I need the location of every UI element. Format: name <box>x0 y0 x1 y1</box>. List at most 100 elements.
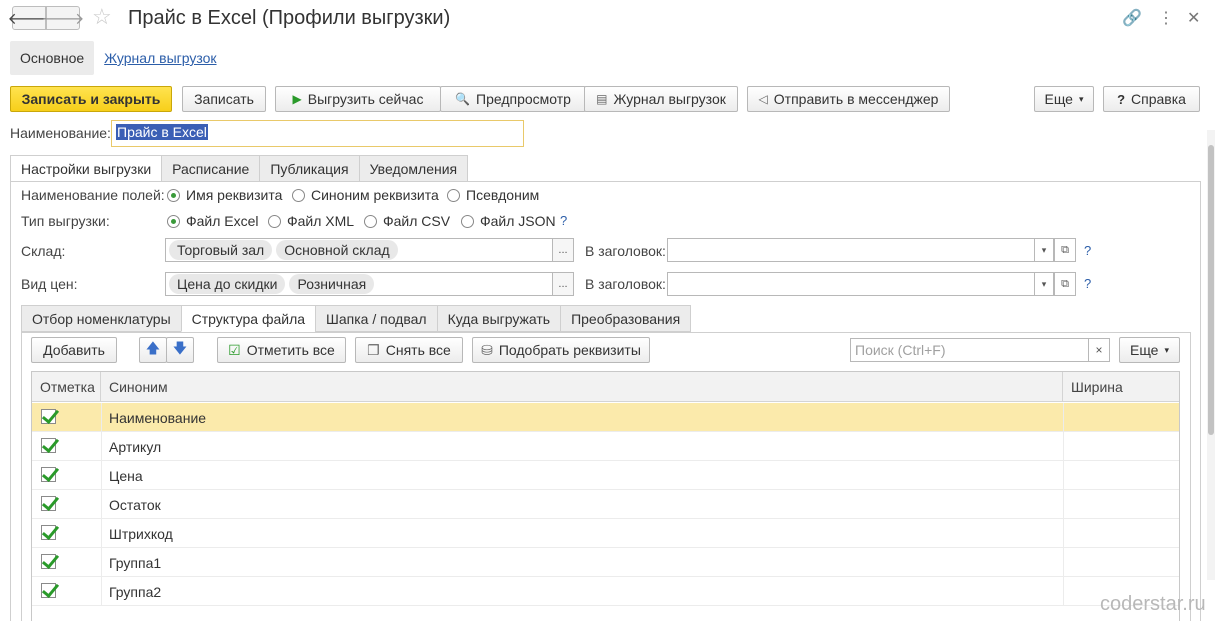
page-scrollbar-thumb[interactable] <box>1208 145 1214 435</box>
export-log-button[interactable]: ▤ Журнал выгрузок <box>584 86 738 112</box>
search-input[interactable]: Поиск (Ctrl+F) <box>850 338 1089 362</box>
tab-header-footer[interactable]: Шапка / подвал <box>315 305 438 332</box>
pick-attributes-button[interactable]: ⛁ Подобрать реквизиты <box>472 337 650 363</box>
field-names-label: Наименование полей: <box>21 187 165 203</box>
star-icon[interactable]: ☆ <box>92 4 112 30</box>
radio-file-json[interactable]: Файл JSON <box>461 213 556 229</box>
column-header-mark[interactable]: Отметка <box>32 372 101 402</box>
export-now-button[interactable]: ▶ Выгрузить сейчас <box>275 86 441 112</box>
tab-export-destination[interactable]: Куда выгружать <box>436 305 562 332</box>
radio-file-xml[interactable]: Файл XML <box>268 213 354 229</box>
price-type-chip[interactable]: Розничная <box>289 274 375 294</box>
table-row[interactable]: Группа2 <box>32 577 1179 606</box>
radio-alias[interactable]: Псевдоним <box>447 187 539 203</box>
help-mark-price[interactable]: ? <box>1084 276 1091 291</box>
mark-all-button[interactable]: ☑ Отметить все <box>217 337 346 363</box>
more-vertical-icon[interactable]: ⋮ <box>1158 8 1174 28</box>
tab-transformations[interactable]: Преобразования <box>560 305 692 332</box>
row-checkbox[interactable] <box>41 496 56 511</box>
send-messenger-label: Отправить в мессенджер <box>773 91 939 107</box>
cell-divider <box>101 461 102 490</box>
help-mark-warehouse[interactable]: ? <box>1084 243 1091 258</box>
price-type-chip[interactable]: Цена до скидки <box>169 274 286 294</box>
clear-icon: × <box>1095 343 1103 357</box>
move-up-button[interactable]: 🡅 <box>139 337 167 363</box>
column-header-width[interactable]: Ширина <box>1063 372 1179 402</box>
save-label: Записать <box>194 91 254 107</box>
warehouse-header-dropdown[interactable]: ▾ <box>1034 238 1054 262</box>
cell-divider <box>101 403 102 432</box>
tab-publication[interactable]: Публикация <box>259 155 360 182</box>
warehouse-header-input[interactable] <box>667 238 1035 262</box>
tab-notifications[interactable]: Уведомления <box>358 155 469 182</box>
tab-export-settings[interactable]: Настройки выгрузки <box>10 155 163 182</box>
send-messenger-button[interactable]: ◁ Отправить в мессенджер <box>747 86 950 112</box>
table-row[interactable]: Группа1 <box>32 548 1179 577</box>
column-header-synonym[interactable]: Синоним <box>101 372 1063 402</box>
warehouse-header-open-button[interactable]: ⧉ <box>1054 238 1076 262</box>
send-icon: ◁ <box>758 92 768 106</box>
name-label: Наименование: <box>10 125 111 141</box>
tab-schedule[interactable]: Расписание <box>161 155 261 182</box>
row-checkbox[interactable] <box>41 525 56 540</box>
table-row[interactable]: Цена <box>32 461 1179 490</box>
radio-attribute-synonym-label: Синоним реквизита <box>311 187 439 203</box>
unmark-all-button[interactable]: ❐ Снять все <box>355 337 463 363</box>
structure-more-button[interactable]: Еще ▾ <box>1119 337 1180 363</box>
cell-divider <box>1063 403 1064 432</box>
chevron-down-icon: ▾ <box>1041 244 1047 255</box>
price-type-field[interactable]: Цена до скидки Розничная <box>165 272 553 296</box>
tab-file-structure[interactable]: Структура файла <box>180 305 317 332</box>
row-checkbox[interactable] <box>41 467 56 482</box>
name-input[interactable]: Прайс в Excel <box>111 120 524 147</box>
preview-button[interactable]: 🔍 Предпросмотр <box>440 86 586 112</box>
radio-file-csv[interactable]: Файл CSV <box>364 213 450 229</box>
open-icon: ⧉ <box>1061 277 1069 290</box>
section-export-log-link[interactable]: Журнал выгрузок <box>94 41 226 75</box>
move-down-button[interactable]: 🡇 <box>166 337 194 363</box>
search-clear-button[interactable]: × <box>1088 338 1110 362</box>
add-button[interactable]: Добавить <box>31 337 117 363</box>
row-checkbox[interactable] <box>41 554 56 569</box>
save-and-close-button[interactable]: Записать и закрыть <box>10 86 172 112</box>
warehouse-chip[interactable]: Основной склад <box>276 240 398 260</box>
warehouse-label: Склад: <box>21 243 66 259</box>
chevron-down-icon: ▾ <box>1164 344 1170 355</box>
table-row[interactable]: Наименование <box>32 403 1179 432</box>
more-button[interactable]: Еще ▾ <box>1034 86 1094 112</box>
chevron-down-icon: ▾ <box>1041 278 1047 289</box>
help-button[interactable]: ? Справка <box>1103 86 1200 112</box>
table-row[interactable]: Артикул <box>32 432 1179 461</box>
check-all-icon: ☑ <box>228 341 241 358</box>
table-row[interactable]: Остаток <box>32 490 1179 519</box>
save-button[interactable]: Записать <box>182 86 266 112</box>
row-checkbox[interactable] <box>41 438 56 453</box>
price-header-input[interactable] <box>667 272 1035 296</box>
command-toolbar: Записать и закрыть Записать ▶ Выгрузить с… <box>10 86 1200 112</box>
radio-attribute-synonym[interactable]: Синоним реквизита <box>292 187 439 203</box>
radio-empty-icon <box>364 214 377 228</box>
title-bar: 🡐 🡒 ☆ Прайс в Excel (Профили выгрузки) 🔗… <box>0 0 1219 36</box>
forward-button[interactable]: 🡒 <box>42 6 84 30</box>
radio-attribute-name[interactable]: Имя реквизита <box>167 187 282 203</box>
row-checkbox[interactable] <box>41 583 56 598</box>
cell-divider <box>101 519 102 548</box>
row-checkbox[interactable] <box>41 409 56 424</box>
warehouse-select-button[interactable]: ... <box>552 238 574 262</box>
warehouse-chip[interactable]: Торговый зал <box>169 240 273 260</box>
cell-divider <box>1063 432 1064 461</box>
warehouse-field[interactable]: Торговый зал Основной склад <box>165 238 553 262</box>
link-icon[interactable]: 🔗 <box>1122 8 1142 28</box>
tab-product-filter[interactable]: Отбор номенклатуры <box>21 305 182 332</box>
price-type-select-button[interactable]: ... <box>552 272 574 296</box>
table-row[interactable]: Штрихкод <box>32 519 1179 548</box>
price-header-dropdown[interactable]: ▾ <box>1034 272 1054 296</box>
main-tabs: Настройки выгрузки Расписание Публикация… <box>10 155 469 182</box>
section-main[interactable]: Основное <box>10 41 95 75</box>
radio-empty-icon <box>292 188 305 202</box>
price-header-open-button[interactable]: ⧉ <box>1054 272 1076 296</box>
close-icon[interactable]: ✕ <box>1187 8 1200 28</box>
radio-file-excel[interactable]: Файл Excel <box>167 213 259 229</box>
help-mark-export-type[interactable]: ? <box>560 213 567 228</box>
play-icon: ▶ <box>292 92 302 106</box>
